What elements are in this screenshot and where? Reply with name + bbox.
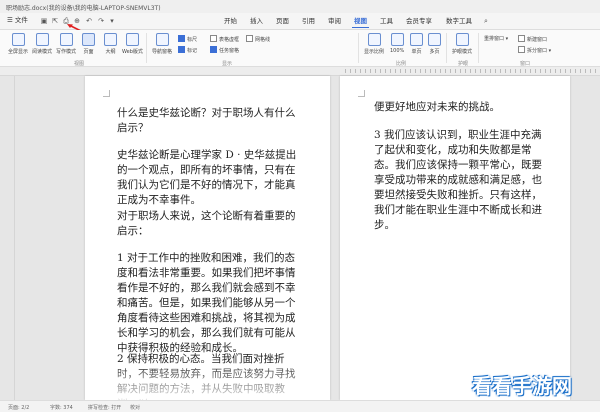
reading-icon — [35, 33, 49, 46]
tab-review[interactable]: 审阅 — [326, 16, 343, 27]
divider — [358, 33, 359, 63]
watermark-logo: 看看手游网 — [472, 374, 572, 398]
export-icon[interactable]: ⇱ — [51, 17, 59, 25]
checkbox-icon — [246, 35, 253, 42]
zoom-100-button[interactable]: 100% — [390, 33, 404, 54]
checkbox-icon — [210, 35, 217, 42]
markup-checkbox[interactable]: 标记 — [178, 46, 197, 54]
save-icon[interactable]: ▣ — [40, 17, 48, 25]
single-page-button[interactable]: 单页 — [410, 33, 423, 55]
gridlines-checkbox[interactable]: 网格线 — [246, 35, 270, 43]
split-window-button[interactable]: 拆分窗口 ▾ — [518, 46, 551, 54]
split-window-icon — [518, 46, 525, 53]
fullscreen-icon — [11, 33, 25, 46]
display-group-label: 显示 — [222, 61, 233, 67]
multi-page-button[interactable]: 多页 — [428, 33, 441, 55]
tab-view[interactable]: 视图 — [352, 16, 369, 28]
page-view-icon — [82, 33, 95, 46]
reading-mode-button[interactable]: 阅读模式 — [32, 33, 52, 55]
spell-check-status[interactable]: 拼写检查: 打开 — [88, 404, 121, 411]
title-bar: 职场励志.docx(我的设备\我的电脑-LAPTOP-SNEMVL3T) — [0, 0, 600, 13]
page-view-button[interactable]: 页面 — [82, 33, 95, 55]
checkbox-checked-icon — [178, 46, 185, 53]
search-icon[interactable]: ⌕ — [482, 17, 490, 25]
word-count[interactable]: 字数: 374 — [50, 404, 73, 411]
doc-paragraph: 1 对于工作中的挫败和困难，我们的态度和看法非常重要。如果我们把坏事情看作是不好… — [117, 252, 296, 354]
doc-paragraph: 对于职场人来说，这个论断有着重要的启示： — [117, 210, 296, 237]
undo-icon[interactable]: ↶ — [85, 17, 93, 25]
tab-tools[interactable]: 工具 — [378, 16, 395, 27]
status-bar: 页面: 2/2 字数: 374 拼写检查: 打开 校对 — [0, 400, 600, 412]
tab-page[interactable]: 页面 — [274, 16, 291, 27]
nav-pane-icon — [155, 33, 169, 46]
ribbon-toolbar: 全屏显示 阅读模式 写作模式 页面 大纲 Web版式 视图 导航窗格 标尺 表格… — [0, 30, 600, 67]
margin-corner-mark — [358, 90, 365, 97]
window-group-label: 窗口 — [520, 61, 531, 67]
tab-insert[interactable]: 插入 — [248, 16, 265, 27]
table-gridlines-checkbox[interactable]: 表格虚框 — [210, 35, 239, 43]
page-indicator[interactable]: 页面: 2/2 — [8, 404, 29, 411]
zoom-button[interactable]: 显示比例 — [364, 33, 384, 55]
file-menu-button[interactable]: ☰ 文件 — [4, 15, 31, 26]
proofread-button[interactable]: 校对 — [130, 404, 140, 411]
horizontal-ruler[interactable] — [0, 67, 600, 76]
zoom-group-label: 比例 — [396, 61, 407, 67]
fullscreen-button[interactable]: 全屏显示 — [8, 33, 28, 55]
arrange-windows-button[interactable]: 重排窗口 ▾ — [484, 35, 508, 42]
outline-button[interactable]: 大纲 — [104, 33, 117, 55]
single-page-icon — [410, 33, 423, 46]
task-pane-checkbox[interactable]: 任务窗格 — [210, 46, 239, 54]
new-window-button[interactable]: 新建窗口 — [518, 35, 547, 43]
tab-member[interactable]: 会员专享 — [404, 16, 434, 27]
divider — [446, 33, 447, 63]
tab-home[interactable]: 开始 — [222, 16, 239, 27]
web-layout-icon — [125, 33, 139, 46]
document-page-left[interactable]: 什么是史华兹论断？对于职场人有什么启示？ 史华兹论断是心理学家 D · 史华兹提… — [85, 76, 330, 400]
zoom-icon — [367, 33, 381, 46]
writing-mode-button[interactable]: 写作模式 — [56, 33, 76, 55]
writing-icon — [59, 33, 73, 46]
margin-corner-mark — [103, 90, 110, 97]
redo-icon[interactable]: ↷ — [97, 17, 105, 25]
menu-bar: ☰ 文件 ▣ ⇱ ⎙ ⊕ ↶ ↷ ▾ 开始 插入 页面 引用 审阅 视图 工具 … — [0, 13, 600, 30]
multi-page-icon — [428, 33, 441, 46]
outline-icon — [104, 33, 117, 46]
ruler-ticks — [345, 69, 600, 73]
window-title: 职场励志.docx(我的设备\我的电脑-LAPTOP-SNEMVL3T) — [6, 5, 161, 12]
document-page-right[interactable]: 便更好地应对未来的挑战。 3 我们应该认识到，职业生涯中充满了起伏和变化，成功和… — [340, 76, 570, 400]
eye-group-label: 护眼 — [458, 61, 469, 67]
divider — [478, 33, 479, 63]
view-group-label: 视图 — [74, 61, 85, 67]
eye-icon — [455, 33, 469, 46]
page-fade-overlay — [85, 360, 330, 400]
doc-paragraph: 史华兹论断是心理学家 D · 史华兹提出的一个观点，即所有的坏事情，只有在我们认… — [117, 149, 297, 206]
web-layout-button[interactable]: Web版式 — [122, 33, 143, 55]
checkbox-checked-icon — [178, 35, 185, 42]
nav-pane-button[interactable]: 导航窗格 — [152, 33, 172, 55]
more-icon[interactable]: ▾ — [108, 17, 116, 25]
eye-protection-button[interactable]: 护眼模式 — [452, 33, 472, 55]
doc-heading: 什么是史华兹论断？对于职场人有什么启示？ — [117, 107, 296, 134]
tab-digital-tools[interactable]: 数字工具 — [444, 16, 474, 27]
tab-references[interactable]: 引用 — [300, 16, 317, 27]
zoom-100-icon — [390, 33, 404, 46]
divider — [146, 33, 147, 63]
doc-paragraph: 便更好地应对未来的挑战。 — [374, 101, 500, 113]
doc-paragraph: 3 我们应该认识到，职业生涯中充满了起伏和变化，成功和失败都是常态。我们应该保持… — [374, 129, 542, 231]
new-window-icon — [518, 35, 525, 42]
checkbox-checked-icon — [210, 46, 217, 53]
ruler-checkbox[interactable]: 标尺 — [178, 35, 197, 43]
vertical-ruler — [14, 76, 15, 400]
